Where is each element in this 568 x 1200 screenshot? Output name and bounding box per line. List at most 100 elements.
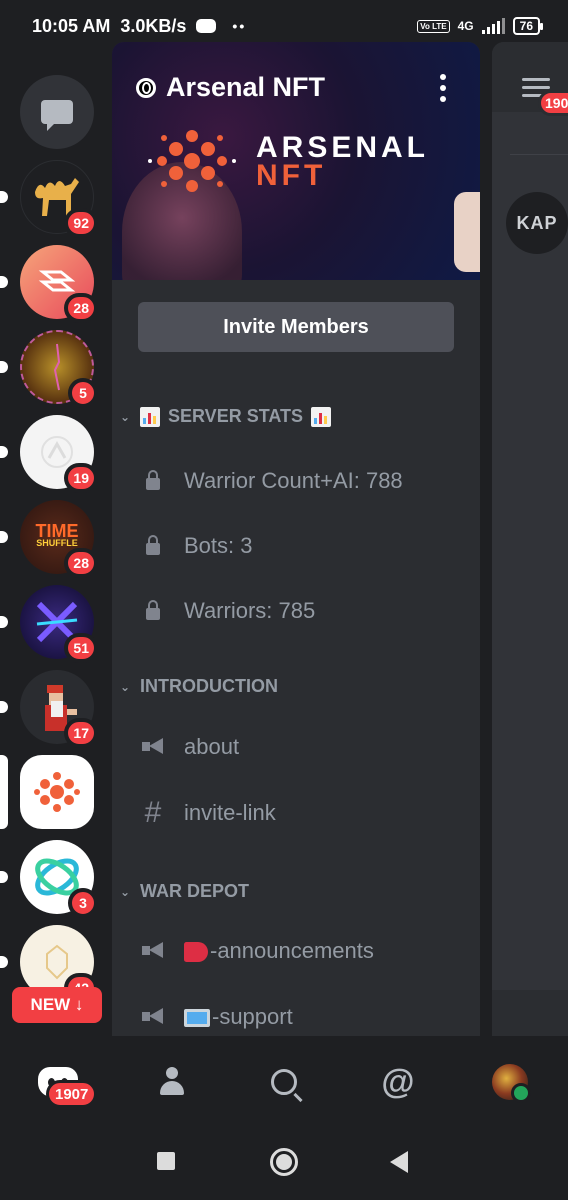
server-boost-icon bbox=[136, 77, 156, 98]
megaphone-icon bbox=[142, 942, 164, 959]
channel-name-wrap: -support bbox=[184, 1004, 293, 1030]
channel-name: -support bbox=[212, 1004, 293, 1029]
megaphone-icon bbox=[142, 738, 164, 755]
unread-indicator bbox=[0, 616, 8, 628]
system-navigation bbox=[0, 1128, 568, 1200]
mentions-icon: @ bbox=[381, 1063, 415, 1101]
chevron-down-icon: ⌄ bbox=[120, 409, 131, 424]
peek-input-area bbox=[492, 990, 568, 1036]
server-icon-arsenal-nft[interactable] bbox=[0, 755, 94, 829]
mention-badge: 3 bbox=[68, 888, 98, 918]
category-title: INTRODUCTION bbox=[140, 676, 278, 696]
lock-icon bbox=[146, 535, 160, 555]
channel-warriors[interactable]: Warriors: 785 bbox=[140, 598, 315, 624]
unread-indicator bbox=[0, 701, 8, 713]
bar-chart-emoji-icon bbox=[140, 406, 160, 427]
server-icon-orbit[interactable]: 3 bbox=[0, 840, 98, 918]
network-type: 4G bbox=[457, 19, 474, 33]
channel-name: about bbox=[184, 734, 240, 759]
bar-chart-emoji-icon bbox=[311, 406, 332, 427]
direct-messages-button[interactable] bbox=[20, 75, 94, 149]
server-icon-pixel-king[interactable]: 17 bbox=[0, 670, 98, 748]
category-introduction[interactable]: ⌄ INTRODUCTION bbox=[120, 676, 278, 697]
server-icon-stack[interactable]: 28 bbox=[0, 245, 98, 323]
unread-indicator bbox=[0, 446, 8, 458]
server-icon-camel[interactable]: 92 bbox=[0, 160, 98, 238]
mention-badge: 28 bbox=[64, 293, 98, 323]
chevron-down-icon: ⌄ bbox=[120, 679, 131, 694]
battery-icon: 76 bbox=[512, 17, 544, 35]
mention-badge: 51 bbox=[64, 633, 98, 663]
category-server-stats[interactable]: ⌄ SERVER STATS bbox=[120, 406, 332, 427]
status-time: 10:05 AM bbox=[32, 15, 111, 36]
banner-subtitle: NFT bbox=[256, 159, 327, 192]
mention-badge: 19 bbox=[64, 463, 98, 493]
bottom-navigation: 1907 @ bbox=[0, 1036, 568, 1128]
signal-icon bbox=[481, 18, 505, 34]
status-speed: 3.0KB/s bbox=[120, 15, 187, 36]
nav-mentions[interactable]: @ bbox=[374, 1060, 422, 1104]
mention-badge: 92 bbox=[64, 208, 98, 238]
server-banner: Arsenal NFT ARSENAL NFT bbox=[112, 42, 480, 280]
lock-icon bbox=[146, 470, 160, 490]
server-icon-gold[interactable]: 5 bbox=[0, 330, 98, 408]
channel-panel: Arsenal NFT ARSENAL NFT Invite Members ⌄… bbox=[112, 42, 480, 1036]
mention-badge: 28 bbox=[64, 548, 98, 578]
nav-profile[interactable] bbox=[486, 1060, 534, 1104]
invite-members-button[interactable]: Invite Members bbox=[138, 302, 454, 352]
new-unreads-button[interactable]: NEW ↓ bbox=[12, 987, 102, 1023]
banner-wordmark: ARSENAL NFT bbox=[256, 133, 429, 192]
back-triangle-icon[interactable] bbox=[390, 1151, 408, 1173]
server-name: Arsenal NFT bbox=[166, 72, 326, 102]
channel-name: invite-link bbox=[184, 800, 276, 825]
nav-search[interactable] bbox=[260, 1060, 308, 1104]
status-dots: •• bbox=[232, 18, 247, 34]
chat-bubble-icon bbox=[41, 100, 73, 131]
laptop-emoji-icon bbox=[184, 1009, 210, 1028]
server-menu-button[interactable] bbox=[440, 74, 446, 102]
channel-name: Warrior Count+AI: 788 bbox=[184, 468, 403, 493]
unread-indicator bbox=[0, 361, 8, 373]
home-circle-icon[interactable] bbox=[270, 1148, 298, 1176]
arsenal-logo-icon bbox=[20, 755, 94, 829]
friends-icon bbox=[156, 1067, 188, 1097]
server-header[interactable]: Arsenal NFT bbox=[136, 72, 325, 103]
category-title: WAR DEPOT bbox=[140, 881, 250, 901]
home-unread-badge: 1907 bbox=[46, 1080, 98, 1108]
channel-about[interactable]: about bbox=[140, 734, 239, 760]
unread-indicator bbox=[0, 956, 8, 968]
mention-badge: 17 bbox=[64, 718, 98, 748]
arsenal-banner-logo bbox=[148, 130, 236, 192]
lock-icon bbox=[146, 600, 160, 620]
channel-warrior-count[interactable]: Warrior Count+AI: 788 bbox=[140, 468, 403, 494]
profile-avatar bbox=[492, 1064, 531, 1103]
channel-bots[interactable]: Bots: 3 bbox=[140, 533, 252, 559]
channel-announcements[interactable]: -announcements bbox=[140, 938, 374, 964]
member-avatar[interactable]: KAP bbox=[506, 192, 568, 254]
nav-friends[interactable] bbox=[148, 1060, 196, 1104]
channel-name: -announcements bbox=[210, 938, 374, 963]
server-icon-neon[interactable]: 51 bbox=[0, 585, 98, 663]
megaphone-emoji-icon bbox=[184, 942, 208, 963]
mention-badge: 5 bbox=[68, 378, 98, 408]
server-icon-time-shuffle[interactable]: TIME SHUFFLE 28 bbox=[0, 500, 98, 578]
category-war-depot[interactable]: ⌄ WAR DEPOT bbox=[120, 881, 249, 902]
channel-invite-link[interactable]: # invite-link bbox=[140, 798, 276, 828]
megaphone-icon bbox=[142, 1008, 164, 1025]
discord-screen: 10:05 AM 3.0KB/s •• Vo LTE 4G 76 92 28 5… bbox=[0, 0, 568, 1200]
channel-name-wrap: -announcements bbox=[184, 938, 374, 964]
unread-indicator bbox=[0, 191, 8, 203]
volte-icon: Vo LTE bbox=[417, 19, 450, 33]
category-title: SERVER STATS bbox=[168, 406, 304, 426]
unread-indicator bbox=[0, 276, 8, 288]
peek-unread-badge: 1907 bbox=[538, 90, 568, 116]
chevron-down-icon: ⌄ bbox=[120, 884, 131, 899]
status-right: Vo LTE 4G 76 bbox=[417, 17, 544, 35]
status-left: 10:05 AM 3.0KB/s •• bbox=[32, 16, 246, 37]
channel-name: Bots: 3 bbox=[184, 533, 253, 558]
server-icon-white[interactable]: 19 bbox=[0, 415, 98, 493]
game-controller-icon bbox=[196, 19, 217, 33]
channel-support[interactable]: -support bbox=[140, 1004, 293, 1030]
recents-icon[interactable] bbox=[157, 1152, 175, 1170]
chat-peek-panel[interactable]: 1907 KAP bbox=[492, 42, 568, 1036]
